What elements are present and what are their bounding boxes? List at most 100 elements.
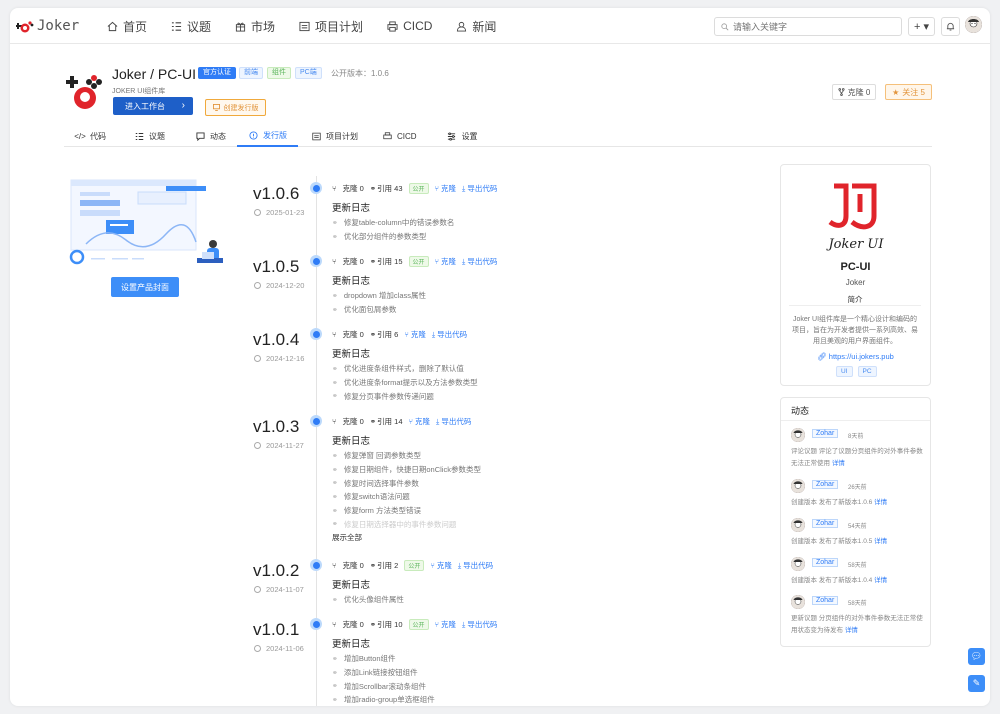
release-version[interactable]: v1.0.2 [253, 561, 299, 581]
release-version[interactable]: v1.0.6 [253, 184, 299, 204]
release-ref-count: 引用 43 [377, 184, 403, 193]
nav-item-cicd[interactable]: CICD [386, 19, 432, 33]
release-meta: ⑂ 克隆 0 ⚭ 引用 43 公开 ⑂ 克隆 ⤓ 导出代码 [332, 183, 503, 194]
edit-float-button[interactable]: ✎ [968, 675, 985, 692]
edit-icon: ✎ [972, 678, 981, 688]
release-clone-link[interactable]: 克隆 [437, 560, 452, 571]
product-tag-pc[interactable]: PC [857, 366, 877, 377]
repo-owner-link[interactable]: Joker [112, 66, 146, 82]
user-avatar[interactable] [791, 518, 805, 532]
nav-item-issues[interactable]: 议题 [170, 18, 211, 35]
repo-tabs: </> 代码 议题 动态 发行版 项目计划 CICD 设置 [64, 125, 932, 147]
chevron-right-icon: › [181, 100, 185, 111]
export-code-link[interactable]: 导出代码 [467, 256, 497, 267]
fork-icon: ⑂ [332, 330, 337, 339]
event-detail-link[interactable]: 详情 [874, 538, 887, 545]
changelog-item-text: 优化进度条组件样式，删除了默认值 [343, 364, 464, 374]
event-user[interactable]: Zohar [812, 558, 839, 567]
chat-float-button[interactable]: 💬︎ [968, 648, 985, 665]
event-time: 54天前 [848, 524, 867, 530]
clone-button[interactable]: 克隆 0 [832, 84, 876, 100]
tab-plan[interactable]: 项目计划 [300, 125, 369, 147]
changelog-item-text: 增加radio-group单选框组件 [343, 695, 435, 705]
event-detail-link[interactable]: 详情 [845, 627, 858, 634]
public-badge: 公开 [408, 256, 429, 267]
tab-issues[interactable]: 议题 [123, 125, 176, 147]
create-release-button[interactable]: 创建发行版 [205, 99, 266, 116]
event-user[interactable]: Zohar [812, 480, 839, 489]
event-text: 创建版本 发布了新版本1.0.5 [791, 538, 873, 545]
search-box[interactable] [714, 17, 902, 36]
nav-item-market[interactable]: 市场 [234, 18, 275, 35]
search-input[interactable] [733, 21, 893, 32]
tab-settings[interactable]: 设置 [436, 125, 489, 147]
release-clone-link[interactable]: 克隆 [441, 619, 456, 630]
link-icon: ⚭ [332, 480, 338, 488]
user-avatar[interactable] [791, 428, 805, 442]
tab-label: 动态 [210, 131, 226, 141]
user-avatar[interactable] [791, 557, 805, 571]
show-all-link[interactable]: 展示全部 [332, 532, 362, 543]
release-clone-link[interactable]: 克隆 [441, 183, 456, 194]
enter-workspace-label: 进入工作台 [125, 101, 165, 111]
user-avatar[interactable] [791, 595, 805, 609]
activity-title: 动态 [791, 406, 810, 416]
release-clone-link[interactable]: 克隆 [441, 256, 456, 267]
tab-releases[interactable]: 发行版 [237, 125, 298, 147]
nav-item-plan[interactable]: 项目计划 [298, 18, 363, 35]
set-product-cover-button[interactable]: 设置产品封面 [111, 277, 179, 297]
export-code-link[interactable]: 导出代码 [463, 560, 493, 571]
create-menu-button[interactable]: + ▾ [908, 17, 935, 36]
release-version[interactable]: v1.0.1 [253, 620, 299, 640]
link-icon: ⚭ [332, 596, 338, 604]
event-detail-link[interactable]: 详情 [874, 499, 887, 506]
event-text-row: 创建版本 发布了新版本1.0.5 详情 [791, 536, 926, 548]
release-ref-count: 引用 10 [377, 620, 403, 629]
nav-item-news[interactable]: 新闻 [455, 18, 496, 35]
product-url-link[interactable]: 🔗︎ https://ui.jokers.pub [780, 352, 931, 361]
release-date: 2024-11-27 [266, 441, 304, 450]
release-date-row: 2024-12-20 [254, 281, 304, 290]
export-code-link[interactable]: 导出代码 [467, 619, 497, 630]
tab-cicd[interactable]: CICD [371, 125, 428, 147]
enter-workspace-button[interactable]: 进入工作台 › [113, 97, 193, 115]
event-detail-link[interactable]: 详情 [832, 460, 845, 467]
event-user[interactable]: Zohar [812, 429, 839, 438]
app-window: Joker 首页 议题 市场 项目计划 CICD 新闻 请输入关键字 + ▾ J… [10, 8, 990, 706]
product-tag-ui[interactable]: UI [836, 366, 853, 377]
repo-name[interactable]: PC-UI [158, 66, 196, 82]
tag-pc: PC端 [295, 67, 322, 79]
app-logo[interactable]: Joker [16, 17, 79, 35]
tab-activity[interactable]: 动态 [184, 125, 237, 147]
create-release-label: 创建发行版 [223, 104, 259, 112]
release-version[interactable]: v1.0.4 [253, 330, 299, 350]
notifications-button[interactable] [941, 17, 960, 36]
release-clone-link[interactable]: 克隆 [411, 329, 426, 340]
tab-code[interactable]: </> 代码 [64, 125, 117, 147]
release-version[interactable]: v1.0.3 [253, 417, 299, 437]
public-badge: 公开 [408, 183, 429, 194]
user-icon [455, 20, 467, 32]
event-user[interactable]: Zohar [812, 519, 839, 528]
changelog-item: ⚭ 修复分页事件参数传递问题 [332, 389, 478, 403]
release-meta: ⑂ 克隆 0 ⚭ 引用 2 公开 ⑂ 克隆 ⤓ 导出代码 [332, 560, 499, 571]
release-version[interactable]: v1.0.5 [253, 257, 299, 277]
product-url: https://ui.jokers.pub [828, 352, 894, 361]
user-avatar[interactable] [965, 16, 982, 33]
user-avatar[interactable] [791, 479, 805, 493]
nav-item-label: 首页 [123, 19, 148, 34]
activity-panel: 动态 Zohar 8天前 评论议题 评论了议题分页组件的对外事件参数无法正常使用 详… [780, 397, 931, 647]
event-user[interactable]: Zohar [812, 596, 839, 605]
joker-ui-logo-icon: Joker UI [825, 183, 884, 252]
release-clone-link[interactable]: 克隆 [415, 416, 430, 427]
nav-item-home[interactable]: 首页 [106, 18, 147, 35]
product-name: PC-UI [840, 261, 871, 273]
changelog-title: 更新日志 [332, 203, 371, 214]
event-detail-link[interactable]: 详情 [874, 577, 887, 584]
export-code-link[interactable]: 导出代码 [441, 416, 471, 427]
follow-button[interactable]: ★ 关注 5 [885, 84, 932, 100]
export-code-link[interactable]: 导出代码 [467, 183, 497, 194]
export-code-link[interactable]: 导出代码 [437, 329, 467, 340]
release-ref-count: 引用 14 [377, 417, 403, 426]
tab-label: 发行版 [263, 130, 287, 140]
